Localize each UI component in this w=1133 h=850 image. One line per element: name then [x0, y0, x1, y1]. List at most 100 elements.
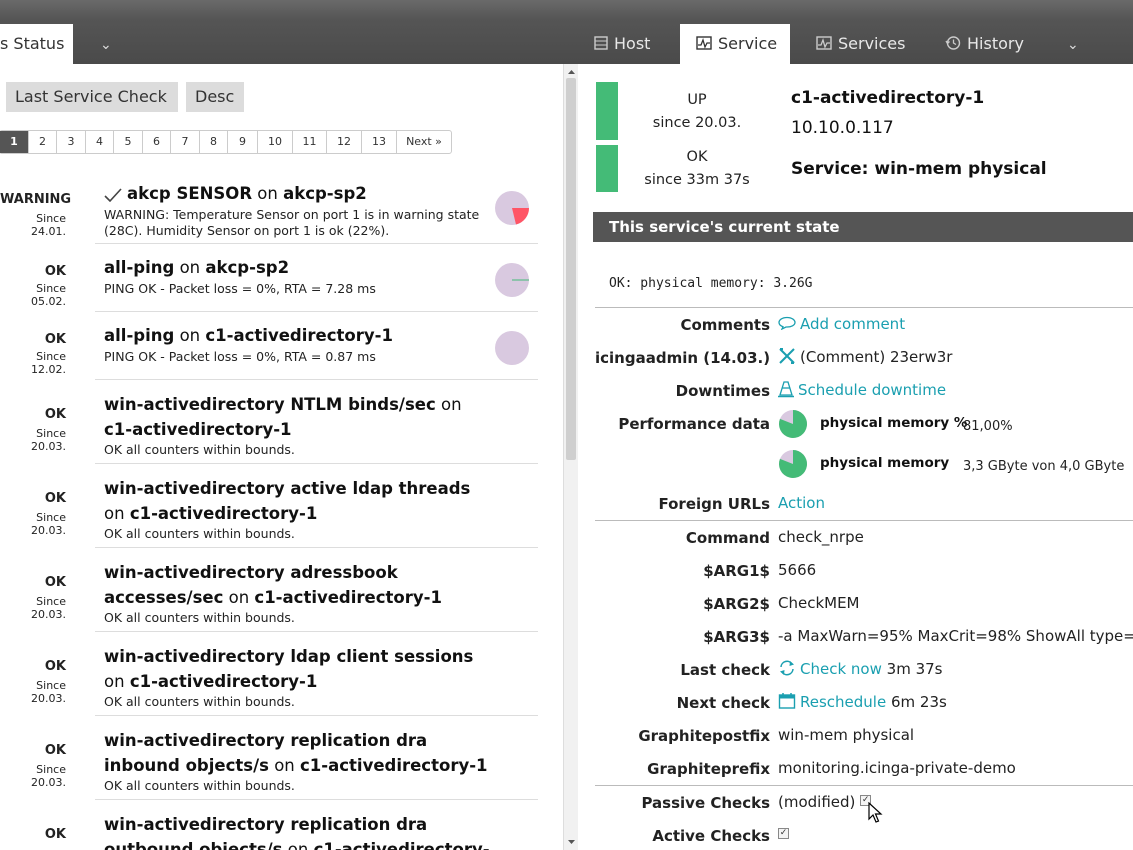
service-output: OK all counters within bounds.	[104, 778, 295, 793]
comment-entry: (Comment) 23erw3r	[778, 347, 952, 367]
tab-services-status[interactable]: s Status	[0, 24, 73, 64]
service-title[interactable]: win-activedirectory adressbook accesses/…	[104, 560, 494, 610]
graphiteprefix-label: Graphiteprefix	[647, 760, 770, 778]
service-row[interactable]: OK Since 20.03. win-activedirectory ldap…	[0, 632, 563, 716]
comment-icon	[778, 316, 796, 330]
service-row[interactable]: OK Since 20.03. win-activedirectory acti…	[0, 464, 563, 548]
page-link-8[interactable]: 8	[200, 131, 228, 153]
tab-history-label: History	[967, 34, 1024, 53]
scroll-up-arrow-icon[interactable]	[564, 66, 579, 78]
tab-services[interactable]: Services	[816, 24, 905, 64]
list-scrollbar[interactable]	[563, 64, 578, 850]
service-output: PING OK - Packet loss = 0%, RTA = 0.87 m…	[104, 349, 376, 364]
state-since: Since 20.03.	[31, 427, 66, 453]
scrollbar-thumb[interactable]	[566, 78, 576, 460]
tab-dropdown-right[interactable]: ⌄	[1067, 24, 1079, 64]
page-link-12[interactable]: 12	[327, 131, 362, 153]
page-link-2[interactable]: 2	[29, 131, 57, 153]
service-title: Service: win-mem physical	[791, 159, 1047, 179]
tab-host[interactable]: Host	[594, 24, 650, 64]
perfdata-label: Performance data	[618, 415, 770, 433]
state-since: Since 20.03.	[31, 763, 66, 789]
state-since: Since 12.02.	[31, 350, 66, 376]
perfdata-value: 81,00%	[963, 419, 1013, 434]
downtime-cone-icon	[778, 380, 794, 397]
tab-dropdown-left[interactable]: ⌄	[100, 24, 112, 64]
refresh-icon	[780, 660, 794, 675]
state-since: Since 24.01.	[31, 212, 66, 238]
tab-service-label: Service	[718, 34, 778, 53]
service-row[interactable]: WARNING Since 24.01. akcp SENSOR on akcp…	[0, 175, 563, 244]
service-row[interactable]: OK win-activedirectory replication dra o…	[0, 800, 563, 850]
service-row[interactable]: OK Since 12.02. all-ping on c1-activedir…	[0, 312, 563, 380]
page-next[interactable]: Next »	[397, 131, 451, 153]
service-row[interactable]: OK Since 20.03. win-activedirectory repl…	[0, 716, 563, 800]
state-label: OK	[44, 743, 66, 758]
service-title[interactable]: win-activedirectory replication dra inbo…	[104, 728, 494, 778]
graphitepostfix-label: Graphitepostfix	[638, 727, 770, 745]
host-state-text: UP since 20.03.	[652, 92, 742, 131]
perfdata-pie-chart	[779, 450, 807, 478]
graphitepostfix-value: win-mem physical	[778, 726, 915, 744]
services-icon	[816, 35, 832, 50]
page-link-11[interactable]: 11	[293, 131, 327, 153]
acknowledged-check-icon	[104, 187, 122, 202]
page-link-7[interactable]: 7	[171, 131, 200, 153]
last-check-value: Check now 3m 37s	[778, 660, 942, 678]
service-title[interactable]: win-activedirectory replication dra outb…	[104, 812, 494, 850]
tab-history[interactable]: History	[945, 24, 1024, 64]
page-link-5[interactable]: 5	[114, 131, 143, 153]
state-label: OK	[44, 575, 66, 590]
page-link-9[interactable]: 9	[228, 131, 258, 153]
check-now-link[interactable]: Check now	[778, 660, 882, 678]
perfdata-name: physical memory	[820, 455, 950, 471]
page-link-13[interactable]: 13	[362, 131, 397, 153]
divider	[595, 520, 1133, 521]
perfdata-pie-chart	[495, 191, 529, 225]
service-title[interactable]: win-activedirectory ldap client sessions…	[104, 644, 494, 694]
state-label: OK	[44, 407, 66, 422]
host-name[interactable]: c1-activedirectory-1	[791, 88, 984, 108]
current-state-header: This service's current state	[593, 212, 1133, 242]
sort-field-select[interactable]: Last Service Check	[6, 82, 178, 112]
state-label: WARNING	[0, 192, 72, 207]
service-title[interactable]: all-ping on c1-activedirectory-1	[104, 323, 494, 348]
service-row[interactable]: OK Since 20.03. win-activedirectory adre…	[0, 548, 563, 632]
scroll-down-arrow-icon[interactable]	[564, 836, 579, 848]
service-state-indicator	[596, 145, 618, 192]
action-link[interactable]: Action	[778, 494, 825, 512]
page-link-6[interactable]: 6	[143, 131, 171, 153]
graphiteprefix-value: monitoring.icinga-private-demo	[778, 759, 1016, 777]
plugin-output: OK: physical memory: 3.26G	[609, 276, 813, 291]
page-link-4[interactable]: 4	[86, 131, 114, 153]
page-link-1[interactable]: 1	[0, 131, 29, 153]
service-row[interactable]: OK Since 05.02. all-ping on akcp-sp2 PIN…	[0, 244, 563, 312]
service-row[interactable]: OK Since 20.03. win-activedirectory NTLM…	[0, 380, 563, 464]
perfdata-name: physical memory %	[820, 415, 968, 431]
remove-comment-icon[interactable]	[778, 347, 796, 365]
service-title[interactable]: win-activedirectory NTLM binds/sec on c1…	[104, 392, 494, 442]
state-label: OK	[44, 659, 66, 674]
service-output: OK all counters within bounds.	[104, 526, 295, 541]
schedule-downtime-link[interactable]: Schedule downtime	[778, 380, 946, 400]
arg3-label: $ARG3$	[703, 628, 770, 646]
arg2-label: $ARG2$	[703, 595, 770, 613]
service-output: WARNING: Temperature Sensor on port 1 is…	[104, 207, 480, 238]
chevron-down-icon: ⌄	[100, 37, 112, 53]
page-link-10[interactable]: 10	[258, 131, 293, 153]
command-value: check_nrpe	[778, 528, 864, 546]
service-title[interactable]: akcp SENSOR on akcp-sp2	[104, 181, 494, 206]
service-title[interactable]: all-ping on akcp-sp2	[104, 255, 494, 280]
perfdata-pie-chart	[779, 410, 807, 438]
reschedule-link[interactable]: Reschedule	[778, 692, 886, 711]
calendar-icon	[778, 692, 796, 709]
tab-services-label: Services	[838, 34, 906, 53]
active-checks-value: ✓	[778, 826, 789, 844]
sort-direction-select[interactable]: Desc	[186, 82, 244, 112]
add-comment-link[interactable]: Add comment	[778, 315, 905, 333]
tab-service[interactable]: Service	[680, 24, 790, 64]
page-link-3[interactable]: 3	[57, 131, 86, 153]
state-label: OK	[44, 332, 66, 347]
active-checks-checkbox[interactable]: ✓	[778, 828, 789, 839]
service-title[interactable]: win-activedirectory active ldap threads …	[104, 476, 494, 526]
